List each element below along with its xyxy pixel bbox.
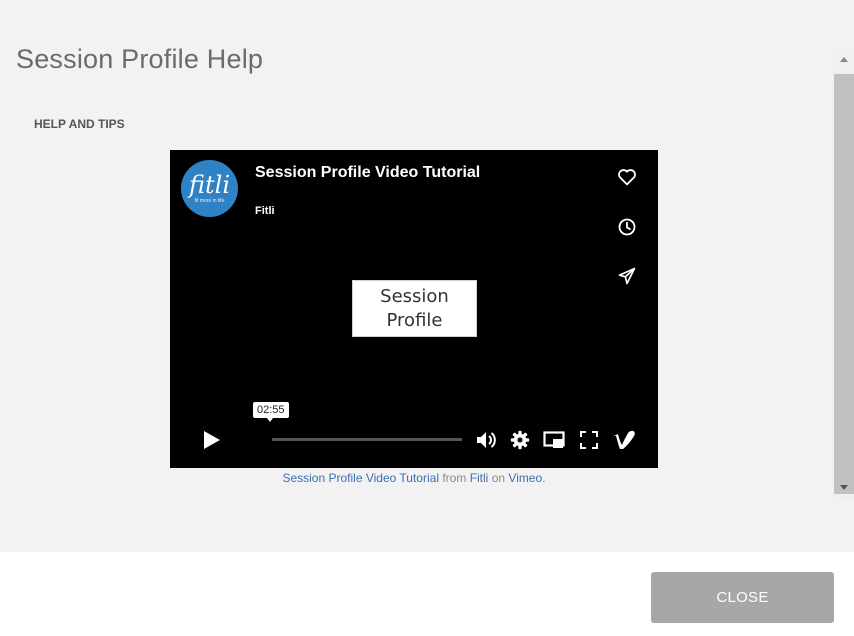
send-icon — [618, 267, 636, 285]
play-button[interactable] — [200, 428, 224, 452]
vimeo-link[interactable]: Vimeo — [508, 471, 542, 485]
scrollbar[interactable] — [834, 46, 854, 500]
volume-icon — [477, 432, 496, 448]
video-frame-title-card: Session Profile — [352, 280, 477, 337]
scroll-down-arrow[interactable] — [834, 476, 854, 498]
vimeo-logo-icon — [614, 430, 635, 449]
modal-body: Session Profile Help HELP AND TIPS fitli… — [0, 0, 854, 552]
channel-logo[interactable]: fitli fit more in life — [181, 160, 238, 217]
logo-tagline: fit more in life — [194, 198, 225, 204]
pip-button[interactable] — [542, 428, 566, 452]
settings-button[interactable] — [508, 428, 532, 452]
time-badge: 02:55 — [253, 402, 289, 422]
progress-bar[interactable] — [272, 438, 462, 441]
video-player[interactable]: fitli fit more in life Session Profile V… — [170, 150, 658, 468]
fullscreen-icon — [580, 431, 598, 449]
section-heading: HELP AND TIPS — [34, 117, 125, 131]
caption-end: . — [542, 471, 546, 485]
share-button[interactable] — [612, 261, 642, 291]
modal-footer: CLOSE — [0, 552, 854, 636]
like-button[interactable] — [612, 162, 642, 192]
gear-icon — [510, 430, 530, 450]
video-title[interactable]: Session Profile Video Tutorial — [255, 164, 480, 182]
author-link[interactable]: Fitli — [470, 471, 489, 485]
modal-title: Session Profile Help — [16, 44, 264, 74]
scroll-up-arrow[interactable] — [834, 48, 854, 70]
clock-icon — [618, 218, 636, 236]
caption-on: on — [491, 471, 506, 485]
vimeo-link-button[interactable] — [610, 428, 640, 452]
logo-word: fitli — [188, 171, 230, 199]
title-card-line-2: Profile — [386, 309, 443, 331]
video-caption: Session Profile Video Tutorial from Fitl… — [0, 471, 828, 485]
play-icon — [204, 431, 220, 449]
volume-button[interactable] — [474, 428, 498, 452]
scroll-thumb[interactable] — [834, 74, 854, 494]
title-card-line-1: Session — [380, 285, 449, 307]
heart-icon — [618, 169, 636, 186]
caption-from: from — [442, 471, 467, 485]
picture-in-picture-icon — [543, 431, 565, 448]
close-button[interactable]: CLOSE — [651, 572, 834, 623]
fullscreen-button[interactable] — [577, 428, 601, 452]
video-link[interactable]: Session Profile Video Tutorial — [282, 471, 439, 485]
watch-later-button[interactable] — [612, 212, 642, 242]
video-author[interactable]: Fitli — [255, 205, 275, 217]
